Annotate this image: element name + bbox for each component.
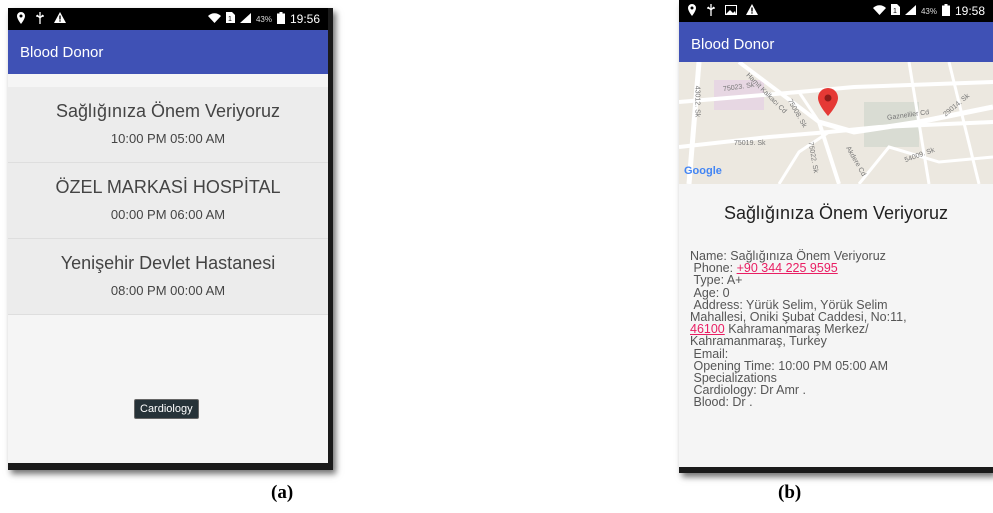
image-icon [725, 4, 737, 18]
hospital-details: Name: Sağlığınıza Önem Veriyoruz Phone: … [690, 250, 980, 409]
app-bar: Blood Donor [8, 30, 328, 74]
hospital-list: Sağlığınıza Önem Veriyoruz 10:00 PM 05:0… [8, 87, 328, 315]
map-label: 43012. Sk [693, 85, 701, 118]
screen-hospital-list: 1 43% 19:56 Blood Donor Sağlığınıza Önem… [8, 8, 328, 463]
app-bar: Blood Donor [679, 22, 993, 66]
location-icon [687, 3, 697, 19]
hospital-name: Sağlığınıza Önem Veriyoruz [55, 101, 281, 121]
google-logo: Google [684, 165, 722, 177]
hospital-hours: 08:00 PM 00:00 AM [110, 283, 226, 298]
phone-frame-a: 1 43% 19:56 Blood Donor Sağlığınıza Önem… [8, 8, 333, 470]
detail-type: Type: A+ [690, 273, 743, 288]
caption-b: (b) [778, 482, 802, 503]
list-item[interactable]: ÖZEL MARKASİ HOSPİTAL 00:00 PM 06:00 AM [8, 163, 328, 239]
toast-message: Cardiology [134, 399, 199, 419]
map-view[interactable]: 75023. Sk Hamit Kalkacı Cd 75008. Sk Gaz… [679, 62, 993, 184]
detail-email: Email: [690, 346, 729, 361]
signal-icon [239, 12, 251, 26]
detail-address-4: Kahramanmaraş, Turkey [690, 334, 827, 349]
battery-percent: 43% [920, 6, 937, 16]
location-icon [16, 11, 26, 27]
hospital-title: Sağlığınıza Önem Veriyoruz [723, 203, 949, 223]
warning-icon [54, 12, 66, 26]
wifi-icon [872, 4, 886, 18]
caption-a: (a) [271, 482, 294, 503]
phone-frame-b: 1 43% 19:58 Blood Donor 75023. Sk Hamit … [679, 0, 993, 473]
list-item[interactable]: Sağlığınıza Önem Veriyoruz 10:00 PM 05:0… [8, 87, 328, 163]
phone-link[interactable]: +90 344 225 9595 [737, 261, 838, 275]
battery-percent: 43% [255, 14, 272, 24]
app-title: Blood Donor [20, 43, 104, 61]
svg-text:1: 1 [893, 8, 897, 15]
clock: 19:56 [289, 12, 320, 26]
usb-icon [706, 3, 716, 19]
sim-icon: 1 [225, 12, 235, 26]
svg-text:1: 1 [228, 16, 232, 23]
usb-icon [35, 11, 45, 27]
detail-age: Age: 0 [690, 285, 730, 300]
map-roads [679, 62, 993, 184]
map-label: 75019. Sk [734, 140, 766, 147]
warning-icon [746, 4, 758, 18]
hospital-name: Yenişehir Devlet Hastanesi [60, 253, 276, 273]
wifi-icon [207, 12, 221, 26]
battery-icon [941, 3, 950, 19]
hospital-hours: 00:00 PM 06:00 AM [110, 207, 226, 222]
battery-icon [276, 11, 285, 27]
hospital-name: ÖZEL MARKASİ HOSPİTAL [55, 177, 281, 197]
status-bar: 1 43% 19:56 [8, 8, 328, 30]
sim-icon: 1 [890, 4, 900, 18]
list-item[interactable]: Yenişehir Devlet Hastanesi 08:00 PM 00:0… [8, 239, 328, 315]
screen-hospital-detail: 1 43% 19:58 Blood Donor 75023. Sk Hamit … [679, 0, 993, 467]
clock: 19:58 [954, 4, 985, 18]
detail-blood: Blood: Dr . [690, 395, 753, 410]
status-bar: 1 43% 19:58 [679, 0, 993, 22]
app-title: Blood Donor [691, 35, 775, 53]
signal-icon [904, 4, 916, 18]
hospital-hours: 10:00 PM 05:00 AM [110, 131, 226, 146]
